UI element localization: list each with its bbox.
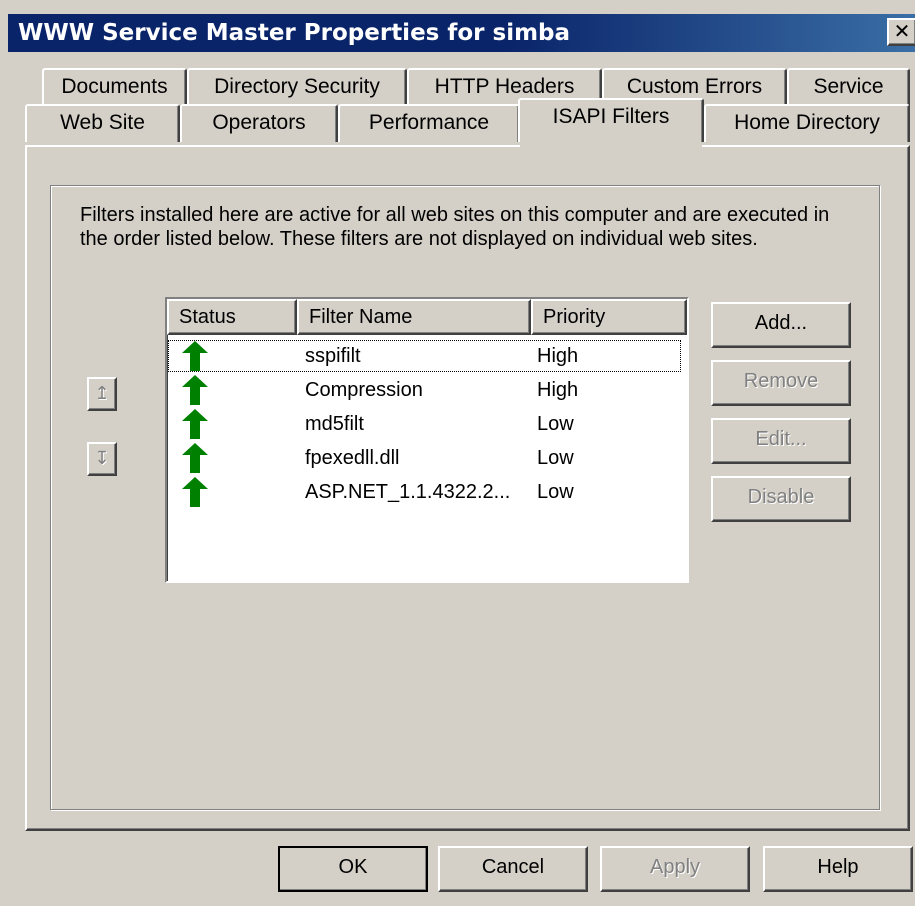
- tab-label: Operators: [212, 111, 306, 134]
- tab-label: HTTP Headers: [434, 75, 575, 98]
- tab-performance[interactable]: Performance: [338, 104, 520, 142]
- filter-priority: High: [537, 379, 579, 401]
- tab-home-directory[interactable]: Home Directory: [704, 104, 910, 142]
- close-button[interactable]: ✕: [887, 18, 915, 46]
- window-title: WWW Service Master Properties for simba: [18, 20, 571, 46]
- ok-button[interactable]: OK: [278, 846, 428, 892]
- help-button[interactable]: Help: [763, 846, 913, 892]
- close-icon: ✕: [893, 19, 911, 43]
- add-button[interactable]: Add...: [711, 302, 851, 348]
- filter-name: ASP.NET_1.1.4322.2...: [305, 481, 511, 503]
- button-label: Cancel: [481, 856, 545, 878]
- filter-priority: Low: [537, 447, 574, 469]
- tab-isapi-filters[interactable]: ISAPI Filters: [518, 98, 704, 142]
- window-top-edge: [0, 0, 915, 14]
- tab-web-site[interactable]: Web Site: [25, 104, 180, 142]
- tab-directory-security[interactable]: Directory Security: [187, 68, 407, 106]
- filter-name: sspifilt: [305, 345, 361, 367]
- button-label: Disable: [747, 486, 815, 508]
- button-label: Help: [817, 856, 859, 878]
- button-label: Remove: [743, 370, 819, 392]
- filter-priority: High: [537, 345, 579, 367]
- column-header-priority[interactable]: Priority: [531, 299, 687, 335]
- filter-row[interactable]: md5filt Low: [167, 407, 682, 441]
- move-up-button[interactable]: ↥: [87, 377, 117, 411]
- button-label: Add...: [754, 312, 808, 334]
- tab-label: ISAPI Filters: [552, 105, 670, 128]
- filter-row[interactable]: ASP.NET_1.1.4322.2... Low: [167, 475, 682, 509]
- filter-row[interactable]: Compression High: [167, 373, 682, 407]
- remove-button[interactable]: Remove: [711, 360, 851, 406]
- tab-label: Directory Security: [214, 75, 380, 98]
- tab-label: Home Directory: [734, 111, 880, 134]
- apply-button[interactable]: Apply: [600, 846, 750, 892]
- column-label: Status: [179, 306, 236, 328]
- cancel-button[interactable]: Cancel: [438, 846, 588, 892]
- tab-label: Web Site: [60, 111, 145, 134]
- green-up-arrow-icon: [181, 477, 209, 518]
- title-bar[interactable]: WWW Service Master Properties for simba …: [8, 14, 915, 52]
- button-label: OK: [338, 856, 368, 878]
- filter-row[interactable]: sspifilt High: [167, 339, 682, 373]
- active-tab-join: [520, 142, 702, 148]
- tab-label: Performance: [368, 111, 490, 134]
- edit-button[interactable]: Edit...: [711, 418, 851, 464]
- filter-name: fpexedll.dll: [305, 447, 400, 469]
- tab-documents[interactable]: Documents: [42, 68, 187, 106]
- button-label: Apply: [649, 856, 701, 878]
- filter-name: md5filt: [305, 413, 364, 435]
- filter-priority: Low: [537, 413, 574, 435]
- tab-label: Documents: [61, 75, 168, 98]
- column-header-status[interactable]: Status: [167, 299, 297, 335]
- column-header-filter-name[interactable]: Filter Name: [297, 299, 531, 335]
- disable-button[interactable]: Disable: [711, 476, 851, 522]
- filter-row[interactable]: fpexedll.dll Low: [167, 441, 682, 475]
- filters-list[interactable]: Status Filter Name Priority sspifilt Hig…: [165, 297, 689, 583]
- move-down-button[interactable]: ↧: [87, 442, 117, 476]
- filter-name: Compression: [305, 379, 423, 401]
- tab-operators[interactable]: Operators: [180, 104, 338, 142]
- column-label: Priority: [543, 306, 606, 328]
- filters-description: Filters installed here are active for al…: [80, 204, 830, 250]
- arrow-up-icon: ↥: [94, 383, 110, 403]
- tab-label: Service: [813, 75, 884, 98]
- arrow-down-icon: ↧: [94, 448, 110, 468]
- filter-priority: Low: [537, 481, 574, 503]
- tab-label: Custom Errors: [626, 75, 763, 98]
- button-label: Edit...: [755, 428, 807, 450]
- tab-service[interactable]: Service: [787, 68, 910, 106]
- column-label: Filter Name: [309, 306, 413, 328]
